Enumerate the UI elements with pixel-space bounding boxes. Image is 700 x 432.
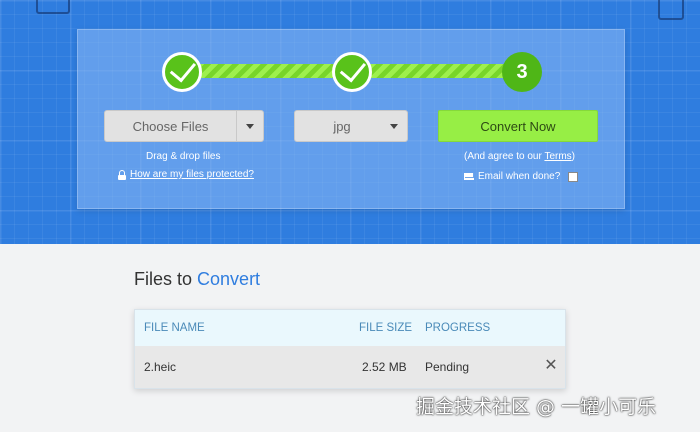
progress-cell: Pending bbox=[425, 360, 470, 374]
table-row: 2.heic 2.52 MB Pending ✕ bbox=[135, 346, 565, 388]
step-3: 3 bbox=[502, 52, 542, 92]
decorative-laptop-icon bbox=[36, 0, 70, 14]
drag-drop-hint: Drag & drop files bbox=[146, 151, 221, 162]
choose-files-label[interactable]: Choose Files bbox=[105, 111, 236, 141]
terms-suffix: ) bbox=[571, 151, 576, 162]
email-when-done-label: Email when done? bbox=[478, 171, 561, 182]
file-name-cell: 2.heic bbox=[144, 360, 177, 374]
checkmark-icon bbox=[339, 54, 366, 83]
files-protected-link-row[interactable]: How are my files protected? bbox=[118, 169, 254, 180]
choose-files-button[interactable]: Choose Files bbox=[104, 110, 264, 142]
envelope-icon bbox=[464, 173, 474, 180]
files-table-header: FILE NAME FILE SIZE PROGRESS bbox=[135, 310, 565, 346]
column-header-file-name: FILE NAME bbox=[144, 322, 205, 334]
watermark-text: 掘金技术社区 @ 一罐小可乐 bbox=[416, 396, 657, 418]
column-header-file-size: FILE SIZE bbox=[359, 322, 413, 334]
step-progress: 3 bbox=[78, 30, 624, 110]
choose-files-dropdown-toggle[interactable] bbox=[236, 111, 263, 141]
terms-agreement: (And agree to our Terms) bbox=[464, 151, 575, 162]
step-2-complete bbox=[332, 52, 372, 92]
files-protected-link[interactable]: How are my files protected? bbox=[130, 169, 254, 180]
column-header-progress: PROGRESS bbox=[425, 322, 491, 334]
format-dropdown-toggle[interactable] bbox=[381, 123, 407, 129]
files-table: FILE NAME FILE SIZE PROGRESS 2.heic 2.52… bbox=[134, 309, 566, 389]
step-3-number: 3 bbox=[516, 60, 528, 83]
format-selected-value: jpg bbox=[333, 118, 351, 134]
hero-banner: 3 Choose Files jpg Convert Now Drag & dr… bbox=[0, 0, 700, 244]
chevron-down-icon bbox=[246, 123, 254, 129]
format-select[interactable]: jpg bbox=[294, 110, 408, 142]
lock-icon bbox=[118, 169, 126, 180]
step-connector-1 bbox=[190, 64, 340, 78]
remove-file-close-icon[interactable]: ✕ bbox=[543, 358, 559, 374]
converter-panel: 3 Choose Files jpg Convert Now Drag & dr… bbox=[77, 29, 625, 209]
checkmark-icon bbox=[169, 54, 196, 83]
chevron-down-icon bbox=[390, 123, 398, 129]
files-title-prefix: Files to bbox=[134, 269, 198, 289]
email-when-done-row[interactable]: Email when done? bbox=[464, 171, 579, 182]
convert-now-button[interactable]: Convert Now bbox=[438, 110, 598, 142]
terms-prefix: (And agree to our bbox=[464, 151, 545, 162]
step-1-complete bbox=[162, 52, 202, 92]
files-section-title: Files to Convert bbox=[134, 269, 260, 290]
terms-link[interactable]: Terms bbox=[544, 151, 571, 162]
files-title-accent: Convert bbox=[197, 269, 261, 289]
decorative-device-icon bbox=[658, 0, 684, 20]
step-connector-2 bbox=[362, 64, 512, 78]
file-size-cell: 2.52 MB bbox=[362, 360, 407, 374]
email-when-done-checkbox[interactable] bbox=[568, 171, 579, 182]
